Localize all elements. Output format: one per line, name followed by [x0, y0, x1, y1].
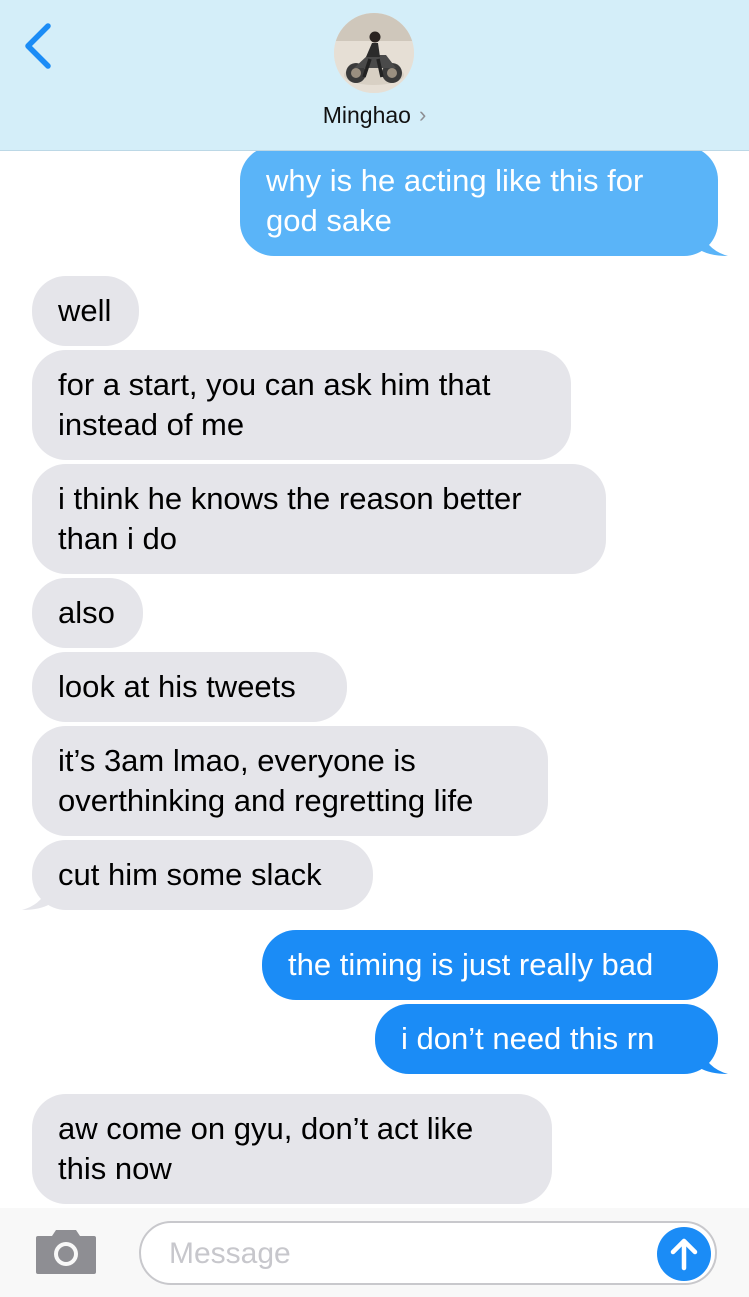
- message-bubble-incoming[interactable]: cut him some slack: [32, 840, 373, 910]
- contact-photo: [334, 13, 414, 93]
- message-text: it’s 3am lmao, everyone is overthinking …: [58, 743, 474, 818]
- bubble-tail: [700, 228, 728, 256]
- arrow-up-icon: [670, 1238, 698, 1271]
- chevron-right-icon: ›: [418, 102, 427, 127]
- message-text: i don’t need this rn: [401, 1021, 655, 1056]
- message-input[interactable]: [167, 1223, 651, 1285]
- message-text: aw come on gyu, don’t act like this now: [58, 1111, 474, 1186]
- message-bubble-outgoing[interactable]: i don’t need this rn: [375, 1004, 718, 1074]
- message-bubble-incoming[interactable]: aw come on gyu, don’t act like this now: [32, 1094, 552, 1204]
- bubble-tail: [700, 1046, 728, 1074]
- send-button[interactable]: [657, 1227, 711, 1281]
- message-text: well: [58, 293, 112, 328]
- message-text: for a start, you can ask him that instea…: [58, 367, 491, 442]
- message-bubble-incoming[interactable]: i think he knows the reason better than …: [32, 464, 606, 574]
- message-bubble-incoming[interactable]: for a start, you can ask him that instea…: [32, 350, 571, 460]
- message-thread: why is he acting like this for god sake …: [0, 0, 749, 1297]
- message-bubble-outgoing[interactable]: the timing is just really bad: [262, 930, 718, 1000]
- message-bubble-outgoing[interactable]: why is he acting like this for god sake: [240, 146, 718, 256]
- back-button[interactable]: [18, 20, 62, 70]
- message-bubble-incoming[interactable]: look at his tweets: [32, 652, 347, 722]
- bubble-tail: [22, 882, 50, 910]
- message-text: the timing is just really bad: [288, 947, 654, 982]
- contact-name-button[interactable]: Minghao ›: [0, 98, 749, 132]
- message-text: i think he knows the reason better than …: [58, 481, 522, 556]
- camera-icon: [36, 1230, 96, 1274]
- chevron-left-icon: [25, 23, 51, 69]
- contact-name: Minghao: [322, 101, 411, 128]
- message-text: cut him some slack: [58, 857, 322, 892]
- message-text: also: [58, 595, 115, 630]
- message-text: look at his tweets: [58, 669, 296, 704]
- message-input-container[interactable]: [139, 1221, 717, 1285]
- message-bubble-incoming[interactable]: also: [32, 578, 143, 648]
- message-bubble-incoming[interactable]: well: [32, 276, 139, 346]
- camera-button[interactable]: [34, 1228, 98, 1276]
- message-bubble-incoming[interactable]: it’s 3am lmao, everyone is overthinking …: [32, 726, 548, 836]
- avatar[interactable]: [334, 13, 414, 93]
- message-text: why is he acting like this for god sake: [266, 163, 644, 238]
- conversation-header: Minghao ›: [0, 0, 749, 151]
